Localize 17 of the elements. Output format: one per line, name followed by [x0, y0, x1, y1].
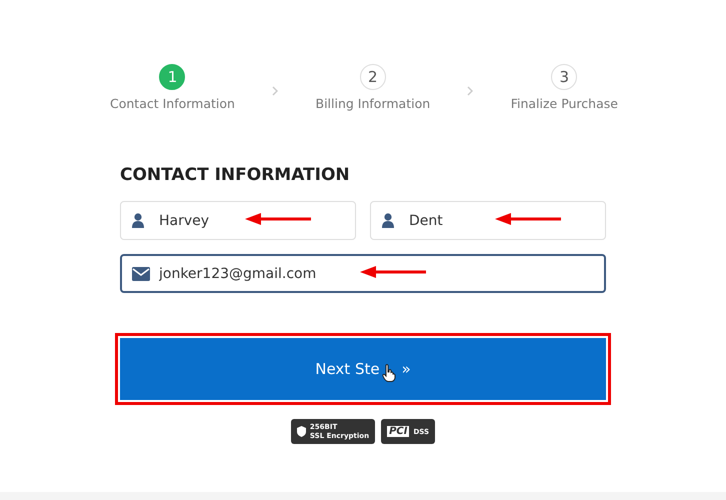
step-number: 2 [360, 64, 386, 90]
person-icon [132, 213, 144, 228]
chevron-icon [272, 86, 278, 96]
chevron-icon [467, 86, 474, 96]
step-number: 1 [159, 64, 186, 90]
hand-cursor-icon [382, 364, 396, 382]
section-title: CONTACT INFORMATION [120, 165, 351, 185]
step-label: Finalize Purchase [510, 96, 618, 111]
input-field[interactable]: jonker123@gmail.com [120, 254, 606, 293]
person-icon [382, 213, 394, 228]
step-number: 3 [551, 64, 578, 90]
step-label: Contact Information [110, 96, 235, 111]
step-label: Billing Information [316, 96, 430, 111]
envelope-icon [132, 266, 150, 280]
next-step-button[interactable]: Next Ste » [120, 338, 606, 400]
input-field[interactable]: Harvey [120, 201, 356, 240]
input-field[interactable]: Dent [370, 201, 606, 240]
